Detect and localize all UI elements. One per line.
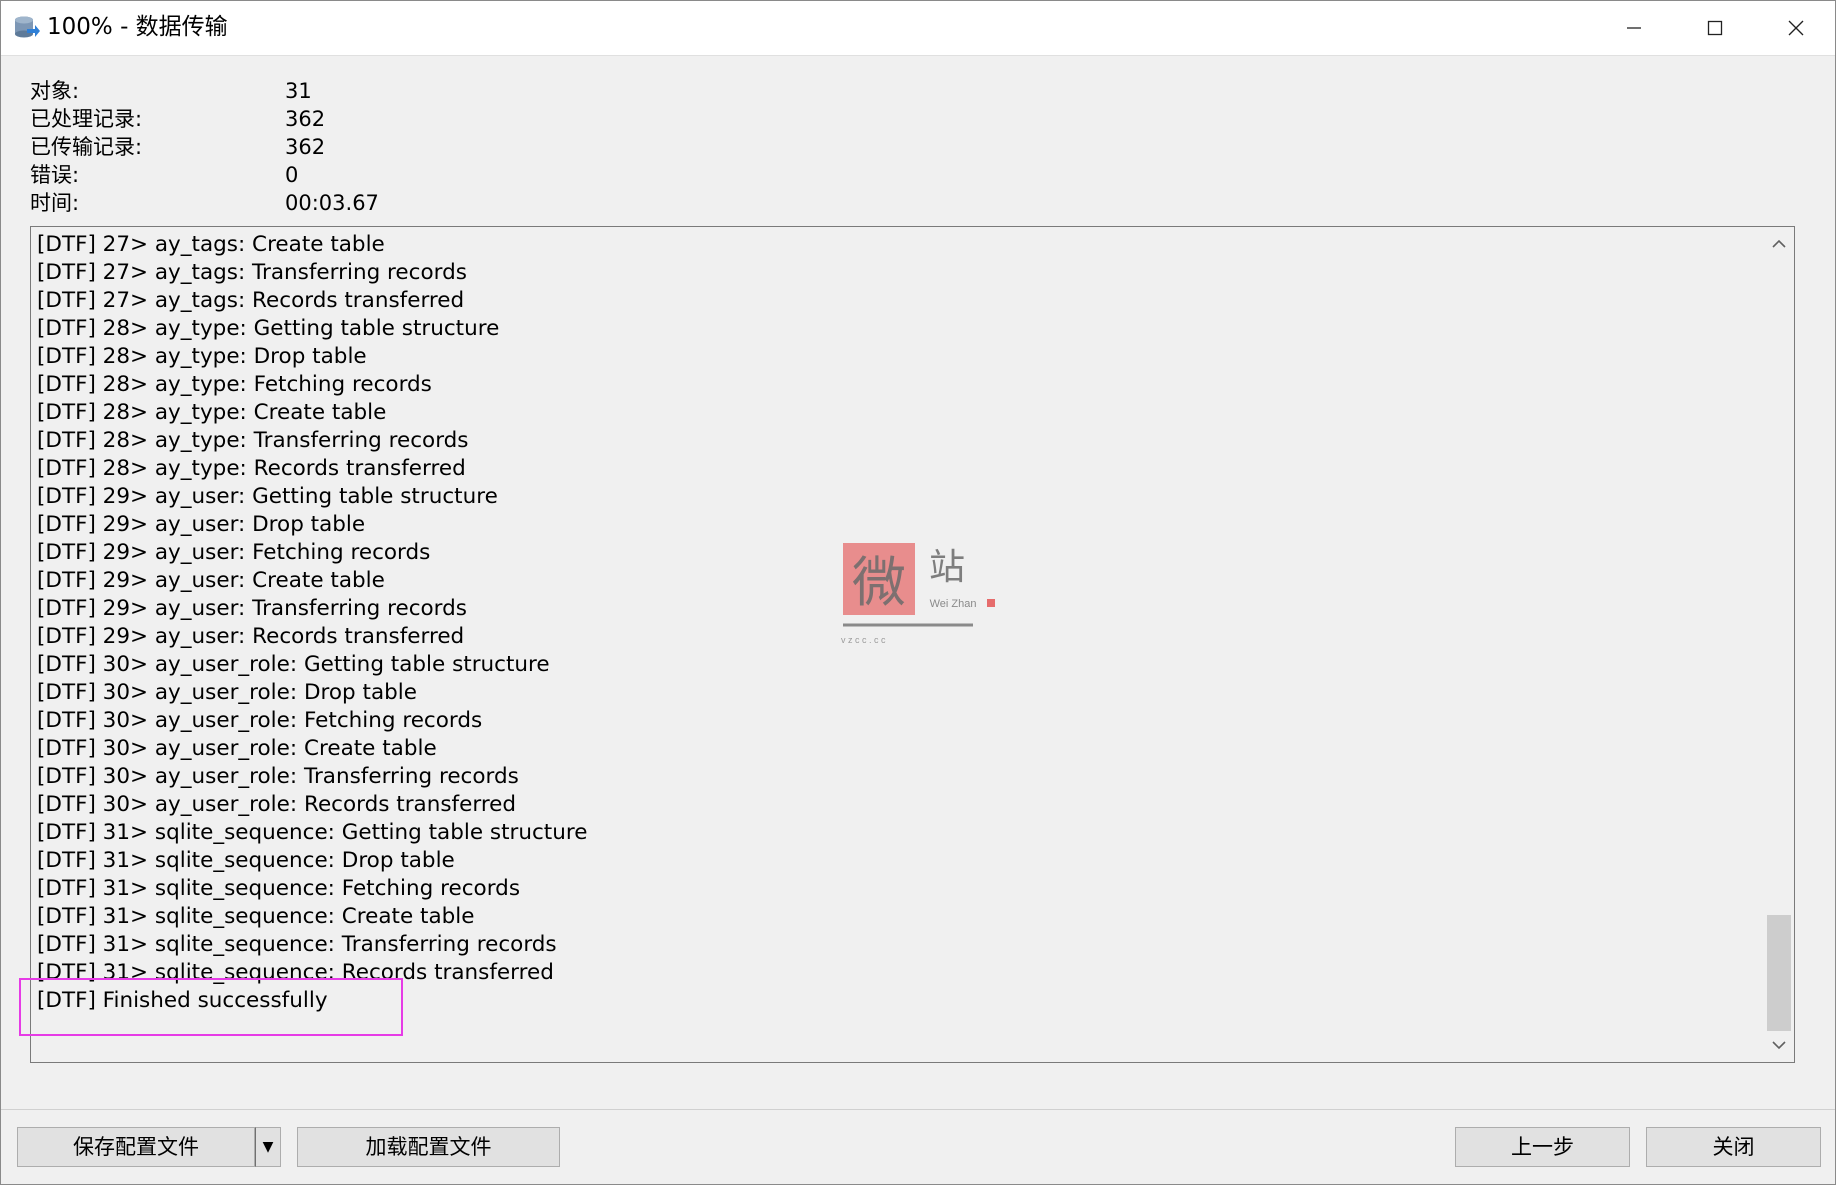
log-line: [DTF] 31> sqlite_sequence: Fetching reco… <box>37 876 521 901</box>
log-line: [DTF] 27> ay_tags: Transferring records <box>37 260 467 285</box>
log-line: [DTF] 28> ay_type: Records transferred <box>37 456 466 481</box>
maximize-icon <box>1707 20 1723 36</box>
maximize-button[interactable] <box>1675 1 1755 55</box>
summary-value: 362 <box>285 135 326 159</box>
watermark-logo: 微 站 Wei Zhan v z c c . c c <box>841 543 995 645</box>
summary-label: 已传输记录: <box>30 135 143 159</box>
previous-step-button[interactable]: 上一步 <box>1455 1127 1630 1167</box>
log-scrollbar[interactable] <box>1764 227 1794 1062</box>
log-line: [DTF] 30> ay_user_role: Records transfer… <box>37 792 517 817</box>
summary-row-transferred: 已传输记录: 362 <box>30 133 530 161</box>
log-line: [DTF] 31> sqlite_sequence: Create table <box>37 904 475 929</box>
close-window-button[interactable] <box>1756 1 1836 55</box>
chevron-down-icon <box>1772 1041 1786 1050</box>
log-line: [DTF] 28> ay_type: Drop table <box>37 344 367 369</box>
data-transfer-window: 100% - 数据传输 对象: 31 已处理记录: 362 已传输记录: 362… <box>0 0 1836 1185</box>
watermark-sub: Wei Zhan <box>930 598 977 610</box>
save-config-button[interactable]: 保存配置文件 <box>17 1127 255 1167</box>
log-line: [DTF] 31> sqlite_sequence: Drop table <box>37 848 455 873</box>
summary-row-processed: 已处理记录: 362 <box>30 105 530 133</box>
log-line: [DTF] 29> ay_user: Drop table <box>37 512 366 537</box>
window-title: 100% - 数据传输 <box>47 14 228 40</box>
close-icon <box>1788 20 1804 36</box>
summary-row-objects: 对象: 31 <box>30 77 530 105</box>
summary-value: 0 <box>285 163 299 187</box>
summary-label: 时间: <box>30 191 80 215</box>
summary-row-time: 时间: 00:03.67 <box>30 189 530 217</box>
chevron-up-icon <box>1772 239 1786 248</box>
database-transfer-icon <box>15 16 40 38</box>
summary-value: 31 <box>285 79 312 103</box>
watermark-domain: v z c c . c c <box>841 635 886 645</box>
log-line: [DTF] 30> ay_user_role: Fetching records <box>37 708 483 733</box>
finished-highlight-box <box>19 978 403 1036</box>
save-config-dropdown-button[interactable]: ▼ <box>255 1127 281 1167</box>
summary-value: 00:03.67 <box>285 191 379 215</box>
transfer-summary: 对象: 31 已处理记录: 362 已传输记录: 362 错误: 0 时间: 0… <box>30 77 530 217</box>
log-line: [DTF] 27> ay_tags: Create table <box>37 232 385 257</box>
summary-row-errors: 错误: 0 <box>30 161 530 189</box>
log-line: [DTF] 31> sqlite_sequence: Transferring … <box>37 932 557 957</box>
log-line: [DTF] 28> ay_type: Getting table structu… <box>37 316 500 341</box>
summary-label: 已处理记录: <box>30 107 143 131</box>
log-line: [DTF] 30> ay_user_role: Transferring rec… <box>37 764 519 789</box>
log-line: [DTF] 28> ay_type: Create table <box>37 400 387 425</box>
log-line: [DTF] 29> ay_user: Getting table structu… <box>37 484 498 509</box>
summary-label: 错误: <box>30 163 80 187</box>
dropdown-arrow-icon: ▼ <box>262 1139 274 1155</box>
summary-label: 对象: <box>30 79 80 103</box>
footer-divider <box>1 1109 1835 1110</box>
log-line: [DTF] 30> ay_user_role: Getting table st… <box>37 652 550 677</box>
watermark-main-char: 微 <box>852 551 906 614</box>
summary-value: 362 <box>285 107 326 131</box>
scroll-thumb[interactable] <box>1767 915 1791 1031</box>
minimize-icon <box>1627 27 1641 29</box>
log-line: [DTF] 28> ay_type: Transferring records <box>37 428 469 453</box>
minimize-button[interactable] <box>1594 1 1674 55</box>
load-config-button[interactable]: 加载配置文件 <box>297 1127 560 1167</box>
log-line: [DTF] 30> ay_user_role: Drop table <box>37 680 417 705</box>
scroll-down-button[interactable] <box>1764 1030 1794 1060</box>
log-line: [DTF] 30> ay_user_role: Create table <box>37 736 437 761</box>
log-line: [DTF] 28> ay_type: Fetching records <box>37 372 432 397</box>
close-button[interactable]: 关闭 <box>1646 1127 1821 1167</box>
watermark-side-char: 站 <box>929 547 965 588</box>
scroll-up-button[interactable] <box>1764 229 1794 259</box>
log-line: [DTF] 27> ay_tags: Records transferred <box>37 288 465 313</box>
title-bar[interactable]: 100% - 数据传输 <box>1 1 1835 56</box>
log-line: [DTF] 31> sqlite_sequence: Getting table… <box>37 820 588 845</box>
